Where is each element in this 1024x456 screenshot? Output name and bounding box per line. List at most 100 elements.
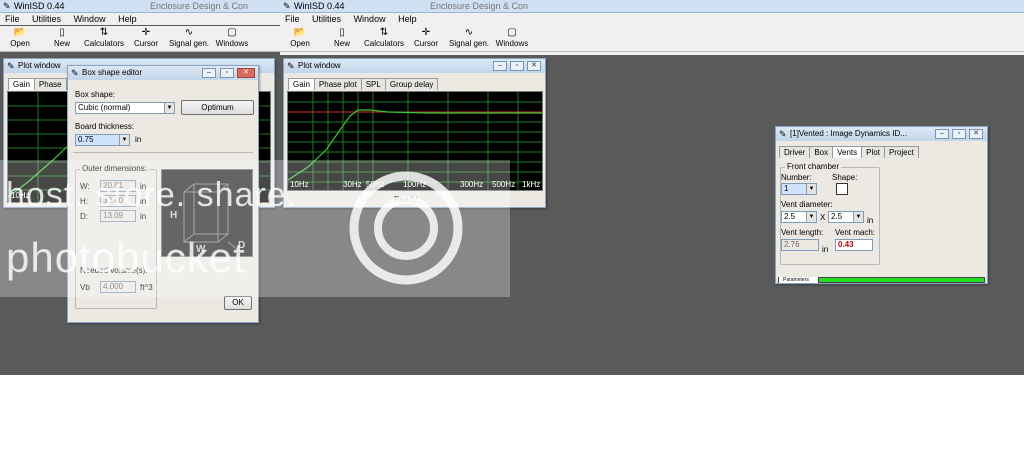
tab-driver[interactable]: Driver bbox=[779, 146, 811, 158]
app-icon: ✎ bbox=[3, 1, 11, 11]
menu-file[interactable]: File bbox=[285, 14, 300, 24]
left-menubar: File Utilities Window Help bbox=[0, 13, 280, 25]
open-button[interactable]: 📂 Open bbox=[0, 26, 40, 48]
shape-square-icon[interactable] bbox=[836, 183, 848, 195]
signal-icon: ∿ bbox=[184, 27, 194, 38]
new-button[interactable]: ▯ New bbox=[322, 26, 362, 48]
minimize-button[interactable]: – bbox=[493, 61, 507, 71]
minimize-button[interactable]: – bbox=[935, 129, 949, 139]
photobucket-logo-icon bbox=[349, 171, 463, 285]
menu-help[interactable]: Help bbox=[118, 14, 137, 24]
divider bbox=[73, 152, 253, 153]
tab-phase-plot[interactable]: Phase plot bbox=[313, 78, 362, 90]
left-app-titlebar: ✎ WinISD 0.44 Enclosure Design & Con bbox=[0, 0, 280, 13]
watermark-line2: photobucket bbox=[6, 234, 246, 281]
signal-gen-button[interactable]: ∿ Signal gen. bbox=[446, 26, 492, 48]
menu-utilities[interactable]: Utilities bbox=[312, 14, 341, 24]
photobucket-watermark: host. store. share. photobucket bbox=[0, 160, 510, 297]
menu-utilities[interactable]: Utilities bbox=[32, 14, 61, 24]
thickness-select[interactable]: 0.75 ▼ bbox=[75, 134, 130, 146]
windows-icon: ▢ bbox=[507, 27, 517, 38]
tab-vents[interactable]: Vents bbox=[832, 146, 863, 158]
right-menubar: File Utilities Window Help bbox=[280, 13, 1024, 25]
close-button[interactable]: ✕ bbox=[237, 68, 255, 78]
maximize-button[interactable]: ▫ bbox=[220, 68, 234, 78]
chevron-down-icon: ▼ bbox=[806, 212, 816, 222]
screenshot: ✎ WinISD 0.44 Enclosure Design & Con Fil… bbox=[0, 0, 1024, 375]
front-chamber-label: Front chamber bbox=[785, 162, 842, 171]
tab-spl[interactable]: SPL bbox=[360, 78, 386, 90]
new-button[interactable]: ▯ New bbox=[42, 26, 82, 48]
tab-phase[interactable]: Phase bbox=[33, 78, 67, 90]
tab-plot[interactable]: Plot bbox=[861, 146, 885, 158]
vent-length-unit: in bbox=[822, 245, 829, 254]
vent-diameter-label: Vent diameter: bbox=[781, 200, 833, 209]
optimum-button[interactable]: Optimum bbox=[181, 100, 254, 115]
tab-gain[interactable]: Gain bbox=[8, 78, 35, 90]
close-button[interactable]: ✕ bbox=[527, 61, 541, 71]
menu-file[interactable]: File bbox=[5, 14, 20, 24]
chevron-down-icon: ▼ bbox=[119, 135, 129, 145]
tab-project[interactable]: Project bbox=[883, 146, 919, 158]
calculators-button[interactable]: ⇅ Calculators bbox=[84, 26, 124, 48]
calculator-icon: ⇅ bbox=[379, 27, 389, 38]
right-app-title: WinISD 0.44 bbox=[294, 1, 345, 11]
app-icon: ✎ bbox=[7, 61, 15, 71]
plot-window-titlebar: ✎ Plot window – ▫ ✕ bbox=[284, 59, 545, 73]
menu-help[interactable]: Help bbox=[398, 14, 417, 24]
left-ghost-tab: Enclosure Design & Con bbox=[150, 1, 249, 11]
x-tick-1khz: 1kHz bbox=[522, 180, 541, 189]
left-app-title: WinISD 0.44 bbox=[14, 1, 65, 11]
cursor-button[interactable]: ✛ Cursor bbox=[406, 26, 446, 48]
box-shape-select[interactable]: Cubic (normal) ▼ bbox=[75, 102, 175, 114]
menu-window[interactable]: Window bbox=[354, 14, 386, 24]
tab-group-delay[interactable]: Group delay bbox=[384, 78, 439, 90]
signal-gen-button[interactable]: ∿ Signal gen. bbox=[166, 26, 212, 48]
new-icon: ▯ bbox=[339, 27, 345, 38]
maximize-button[interactable]: ▫ bbox=[510, 61, 524, 71]
number-select[interactable]: 1 ▼ bbox=[781, 183, 817, 195]
thickness-unit: in bbox=[135, 135, 142, 144]
chevron-down-icon: ▼ bbox=[164, 103, 174, 113]
box-shape-label: Box shape: bbox=[75, 90, 116, 99]
vented-titlebar: ✎ [1]Vented : Image Dynamics ID... – ▫ ✕ bbox=[776, 127, 987, 141]
minimize-button[interactable]: – bbox=[202, 68, 216, 78]
diameter1-select[interactable]: 2.5 ▼ bbox=[781, 211, 817, 223]
app-icon: ✎ bbox=[287, 61, 295, 71]
tab-box[interactable]: Box bbox=[809, 146, 834, 158]
folder-icon: 📂 bbox=[293, 27, 307, 38]
parameters-status-tab: Parameters bbox=[779, 277, 819, 283]
calculators-button[interactable]: ⇅ Calculators bbox=[364, 26, 404, 48]
menu-window[interactable]: Window bbox=[74, 14, 106, 24]
diameter2-select[interactable]: 2.5 ▼ bbox=[828, 211, 864, 223]
vented-window: ✎ [1]Vented : Image Dynamics ID... – ▫ ✕… bbox=[775, 126, 988, 284]
windows-button[interactable]: ▢ Windows bbox=[212, 26, 252, 48]
windows-button[interactable]: ▢ Windows bbox=[492, 26, 532, 48]
close-button[interactable]: ✕ bbox=[969, 129, 983, 139]
right-toolbar: 📂 Open ▯ New ⇅ Calculators ✛ Cursor ∿ Signal … bbox=[280, 26, 1024, 52]
diameter-unit: in bbox=[867, 216, 874, 225]
maximize-button[interactable]: ▫ bbox=[952, 129, 966, 139]
progress-bar: Parameters bbox=[778, 277, 985, 283]
diameter-x-label: X bbox=[820, 213, 826, 222]
number-label: Number: bbox=[781, 173, 812, 182]
open-button[interactable]: 📂 Open bbox=[280, 26, 320, 48]
calculator-icon: ⇅ bbox=[99, 27, 109, 38]
plot-tabs: Gain Phase plot SPL Group delay bbox=[288, 78, 439, 90]
right-title-extension bbox=[550, 0, 1024, 13]
left-toolbar: 📂 Open ▯ New ⇅ Calculators ✛ Cursor ∿ Signal … bbox=[0, 26, 280, 52]
folder-icon: 📂 bbox=[13, 27, 27, 38]
tab-gain[interactable]: Gain bbox=[288, 78, 315, 90]
cursor-icon: ✛ bbox=[421, 27, 431, 38]
box-editor-titlebar: ✎ Box shape editor – ▫ ✕ bbox=[68, 66, 258, 80]
new-icon: ▯ bbox=[59, 27, 65, 38]
windows-icon: ▢ bbox=[227, 27, 237, 38]
cursor-icon: ✛ bbox=[141, 27, 151, 38]
vent-length-field[interactable]: 2.76 bbox=[781, 239, 819, 251]
chevron-down-icon: ▼ bbox=[853, 212, 863, 222]
ok-button[interactable]: OK bbox=[224, 296, 252, 310]
cursor-button[interactable]: ✛ Cursor bbox=[126, 26, 166, 48]
chevron-down-icon: ▼ bbox=[806, 184, 816, 194]
right-app-titlebar: ✎ WinISD 0.44 Enclosure Design & Con bbox=[280, 0, 550, 13]
app-icon: ✎ bbox=[283, 1, 291, 11]
